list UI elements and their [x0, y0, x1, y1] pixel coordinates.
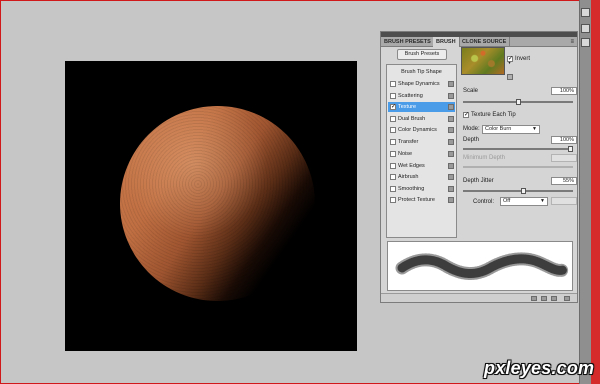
lock-icon[interactable] — [448, 81, 454, 87]
texture-each-tip-label: Texture Each Tip — [471, 112, 516, 118]
checkbox[interactable] — [390, 115, 396, 122]
toggle-live-tip-icon[interactable] — [531, 296, 537, 301]
minimum-depth-field — [551, 154, 577, 162]
lock-icon[interactable] — [448, 197, 454, 203]
option-label: Protect Texture — [398, 197, 435, 203]
mode-select[interactable]: Color Burn ▼ — [482, 125, 540, 134]
lock-icon[interactable] — [448, 185, 454, 192]
brush-grid-icon[interactable] — [541, 296, 547, 301]
option-noise[interactable]: Noise — [388, 149, 455, 159]
option-label: Wet Edges — [398, 162, 425, 169]
option-label: Color Dynamics — [398, 127, 437, 133]
panel-bottom-bar — [381, 293, 577, 302]
control-value: Off — [503, 198, 511, 204]
checkbox-checked[interactable]: ✓ — [390, 104, 396, 110]
lock-icon[interactable] — [448, 104, 454, 110]
option-label: Airbrush — [398, 174, 419, 180]
document-canvas[interactable] — [65, 61, 357, 351]
option-smoothing[interactable]: Smoothing — [388, 184, 455, 194]
strip-button-3[interactable] — [581, 38, 590, 47]
option-transfer[interactable]: Transfer — [388, 137, 455, 147]
scale-label: Scale — [463, 88, 479, 94]
checkbox[interactable] — [390, 174, 396, 180]
checkbox[interactable] — [390, 162, 396, 169]
depth-slider-thumb[interactable] — [568, 146, 573, 152]
option-wet-edges[interactable]: Wet Edges — [388, 161, 455, 171]
brush-panel: BRUSH PRESETS BRUSH CLONE SOURCE ≡ Brush… — [380, 31, 578, 303]
chevron-down-icon: ▼ — [540, 198, 545, 204]
checkbox[interactable] — [390, 81, 396, 87]
watermark: pxleyes.com — [484, 358, 595, 378]
option-scattering[interactable]: Scattering — [388, 91, 455, 101]
depth-jitter-slider[interactable] — [463, 190, 573, 192]
scale-slider-thumb[interactable] — [515, 99, 521, 105]
tab-brush[interactable]: BRUSH — [433, 37, 460, 47]
minimum-depth-slider — [463, 166, 573, 168]
lock-icon[interactable] — [448, 92, 454, 99]
strip-button-1[interactable] — [581, 8, 590, 17]
checkbox[interactable] — [390, 185, 396, 192]
invert-checkbox[interactable]: ✓ — [507, 56, 513, 62]
option-label: Transfer — [398, 138, 419, 145]
new-preset-icon[interactable] — [507, 74, 513, 80]
panel-menu-icon[interactable]: ≡ — [570, 37, 574, 47]
brush-stroke-icon — [395, 252, 570, 280]
tool-strip — [579, 0, 591, 384]
brush-tip-shape-item[interactable]: Brush Tip Shape — [387, 67, 456, 77]
chevron-down-icon: ▼ — [532, 126, 537, 132]
brush-presets-button[interactable]: Brush Presets — [397, 49, 447, 60]
lock-icon[interactable] — [448, 138, 454, 145]
option-label: Noise — [398, 151, 413, 157]
depth-slider[interactable] — [463, 148, 573, 150]
depth-jitter-slider-thumb[interactable] — [520, 188, 526, 194]
tab-clone-source[interactable]: CLONE SOURCE — [459, 37, 511, 47]
option-airbrush[interactable]: Airbrush — [388, 172, 455, 182]
depth-jitter-label: Depth Jitter — [463, 178, 494, 184]
minimum-depth-label: Minimum Depth — [463, 155, 506, 161]
invert-label: Invert — [515, 56, 531, 62]
option-texture[interactable]: ✓ Texture — [388, 102, 455, 112]
lock-icon[interactable] — [448, 115, 454, 122]
create-new-brush-icon[interactable] — [551, 296, 557, 301]
checkbox[interactable] — [390, 127, 396, 133]
depth-field[interactable]: 100% — [551, 136, 577, 144]
checkbox[interactable] — [390, 92, 396, 99]
option-dual-brush[interactable]: Dual Brush — [388, 114, 455, 124]
delete-icon[interactable] — [564, 296, 570, 301]
strip-button-2[interactable] — [581, 24, 590, 33]
checkbox[interactable] — [390, 151, 396, 157]
brush-options-list: Brush Tip Shape Shape Dynamics Scatterin… — [386, 64, 457, 238]
checkbox[interactable] — [390, 138, 396, 145]
texture-each-tip-checkbox[interactable]: ✓ — [463, 112, 469, 118]
option-label: Shape Dynamics — [398, 81, 440, 87]
texture-pattern-thumbnail[interactable] — [461, 47, 505, 75]
lock-icon[interactable] — [448, 151, 454, 157]
mode-value: Color Burn — [485, 126, 512, 132]
right-edge-bar — [591, 0, 600, 384]
option-label: Scattering — [398, 92, 423, 99]
option-protect-texture[interactable]: Protect Texture — [388, 195, 455, 205]
lock-icon[interactable] — [448, 162, 454, 169]
tab-brush-presets[interactable]: BRUSH PRESETS — [381, 37, 435, 47]
panel-tabs: BRUSH PRESETS BRUSH CLONE SOURCE ≡ — [381, 37, 577, 47]
brush-stroke-preview — [387, 241, 573, 291]
control-select[interactable]: Off ▼ — [500, 197, 548, 206]
option-shape-dynamics[interactable]: Shape Dynamics — [388, 79, 455, 89]
lock-icon[interactable] — [448, 174, 454, 180]
scale-field[interactable]: 100% — [551, 87, 577, 95]
planet-image — [120, 106, 315, 301]
depth-jitter-field[interactable]: 55% — [551, 177, 577, 185]
depth-label: Depth — [463, 137, 480, 143]
option-color-dynamics[interactable]: Color Dynamics — [388, 125, 455, 135]
control-label: Control: — [473, 199, 495, 205]
lock-icon[interactable] — [448, 127, 454, 133]
planet-texture — [120, 106, 315, 301]
option-label: Smoothing — [398, 185, 425, 192]
mode-label: Mode: — [463, 126, 480, 132]
option-label: Dual Brush — [398, 115, 426, 122]
control-extra-field — [551, 197, 577, 205]
option-label: Texture — [398, 104, 417, 110]
checkbox[interactable] — [390, 197, 396, 203]
